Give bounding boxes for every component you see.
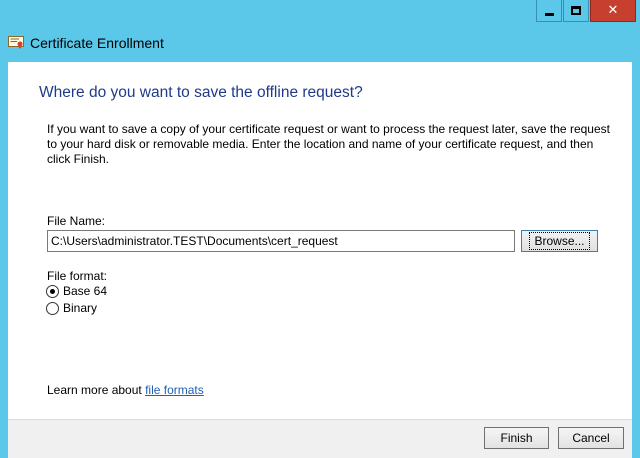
cancel-button[interactable]: Cancel	[558, 427, 624, 449]
file-formats-link[interactable]: file formats	[145, 383, 204, 397]
radio-base64[interactable]: Base 64	[46, 284, 107, 298]
radio-binary[interactable]: Binary	[46, 301, 97, 315]
file-name-input[interactable]	[47, 230, 515, 252]
page-description: If you want to save a copy of your certi…	[47, 122, 610, 166]
radio-base64-label: Base 64	[63, 284, 108, 298]
close-button[interactable]: ✕	[590, 0, 636, 22]
file-name-label: File Name:	[47, 214, 106, 228]
page-heading: Where do you want to save the offline re…	[39, 84, 363, 101]
radio-binary-label: Binary	[63, 301, 98, 315]
certificate-icon	[8, 36, 24, 49]
maximize-icon	[571, 6, 581, 15]
browse-button-label: Browse...	[529, 232, 590, 250]
minimize-icon	[544, 13, 554, 16]
maximize-button[interactable]	[563, 0, 589, 22]
close-icon: ✕	[607, 3, 619, 18]
finish-button[interactable]: Finish	[484, 427, 549, 449]
learn-more-prefix: Learn more about	[47, 383, 146, 397]
learn-more-text: Learn more about file formats	[47, 383, 204, 397]
file-format-label: File format:	[47, 269, 108, 283]
certificate-enrollment-window: ✕ Certificate Enrollment Where do you wa…	[0, 0, 640, 458]
radio-button-selected[interactable]	[46, 284, 59, 298]
window-title: Certificate Enrollment	[30, 35, 164, 51]
minimize-button[interactable]	[536, 0, 562, 22]
browse-button[interactable]: Browse...	[521, 230, 598, 252]
radio-button-unselected[interactable]	[46, 301, 59, 315]
